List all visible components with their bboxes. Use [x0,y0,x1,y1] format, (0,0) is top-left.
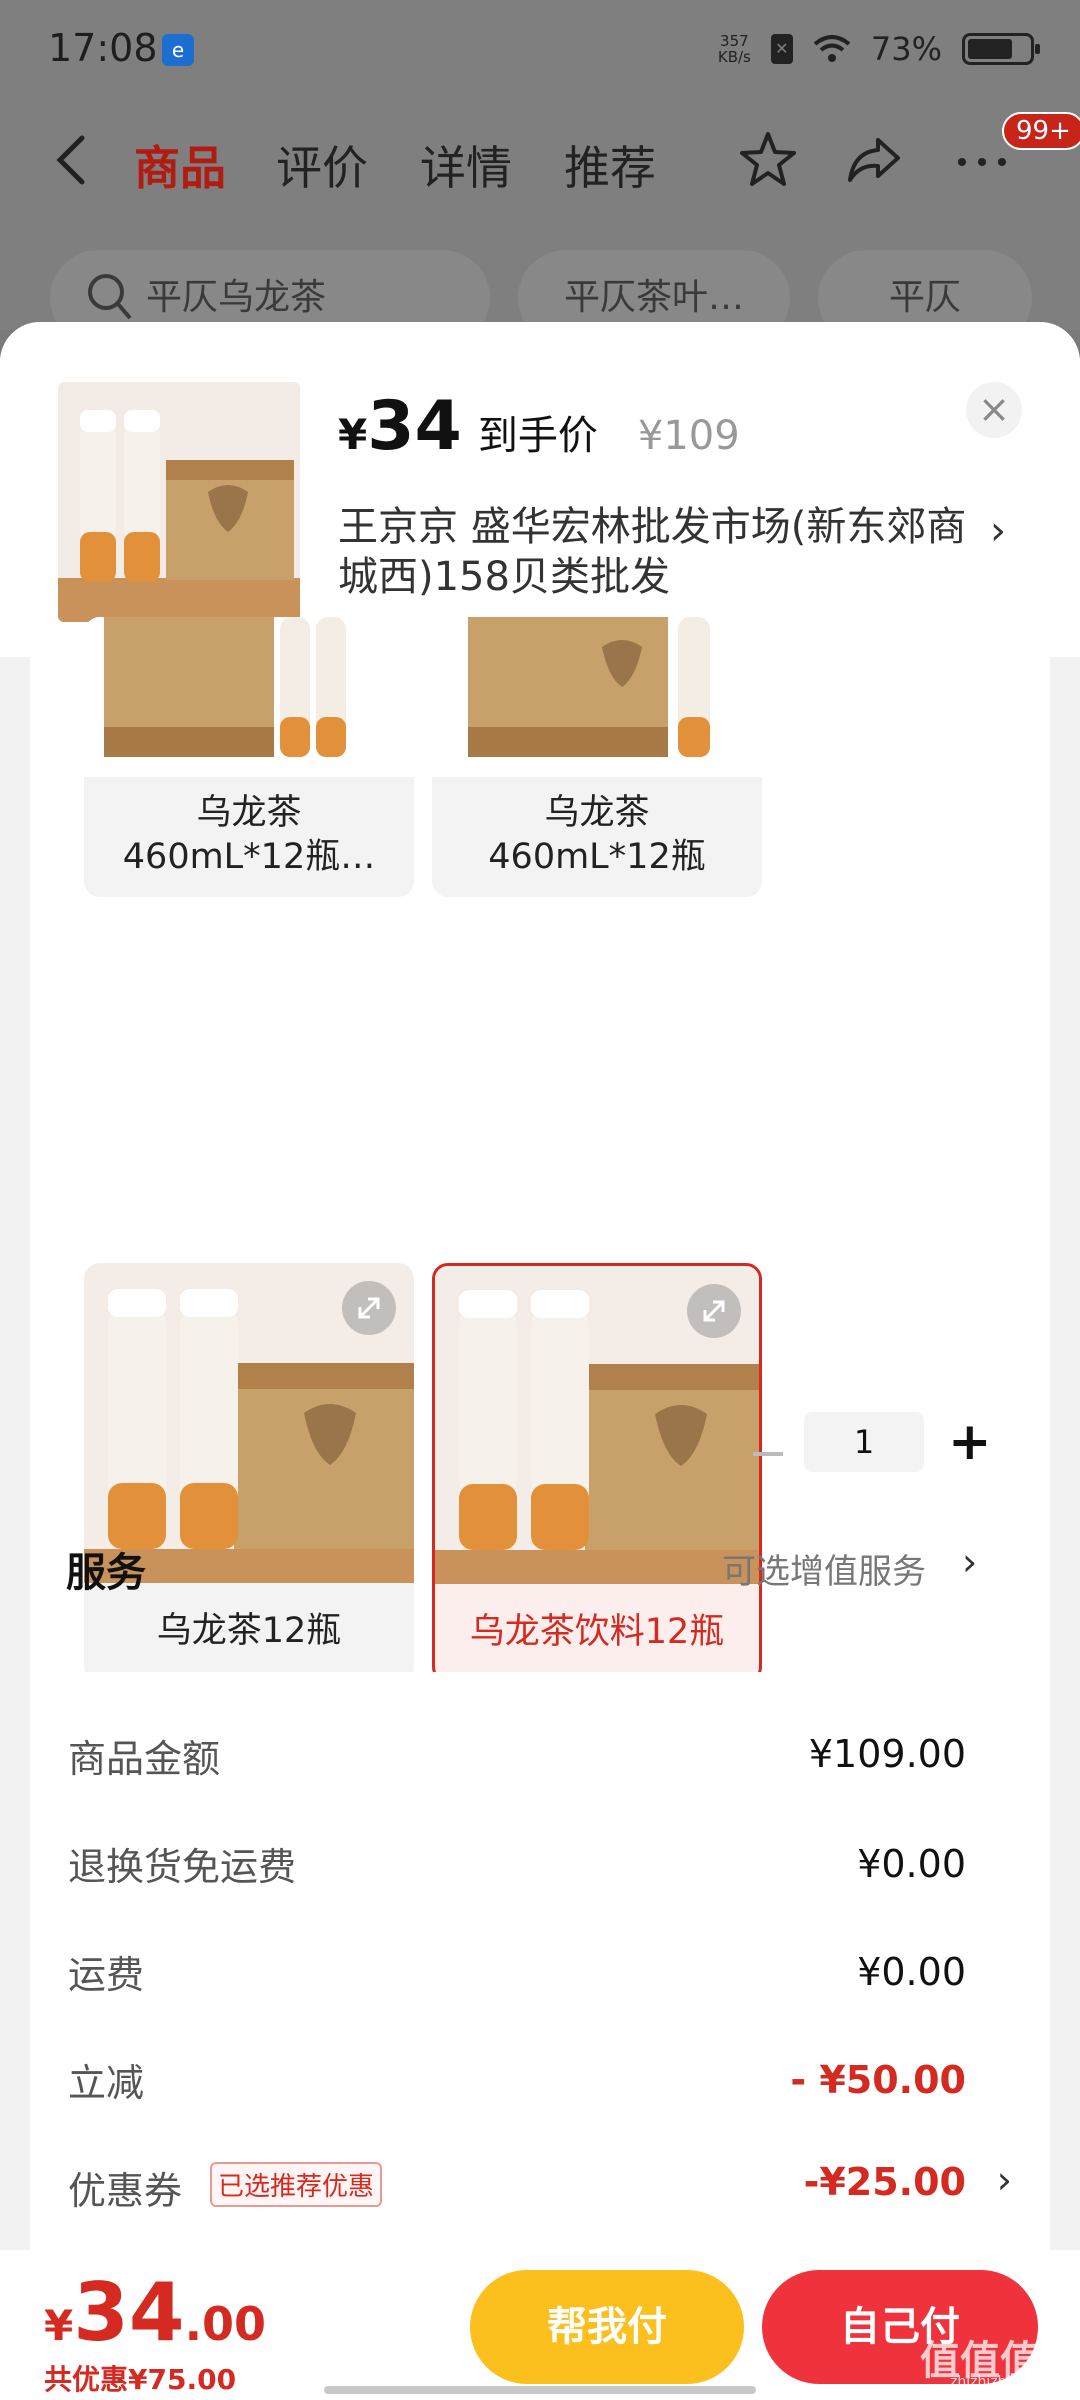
total-decimal: .00 [184,2297,267,2351]
final-price: 34 [367,387,462,466]
price-currency: ¥ [338,410,368,459]
background-page: 17:08 e 357 KB/s ✕ 73% 商品 评价 详情 推荐 99+ 平… [0,0,1080,346]
product-nav-bar: 商品 评价 详情 推荐 [0,110,1080,210]
sim-icon: ✕ [770,34,793,64]
coupon-tag: 已选推荐优惠 [210,2162,383,2207]
variant-label: 乌龙茶 460mL*12瓶… [122,793,376,877]
sheet-header: ¥ 34 到手价 ¥109 × 王京京 盛华宏林批发市场(新东郊商城西)158贝… [0,322,1080,657]
summary-value-return-shipping: ¥0.00 [857,1842,966,1886]
summary-label-coupon[interactable]: 优惠券 [68,2160,182,2215]
variant-option[interactable]: 乌龙茶12瓶 [84,1263,414,1683]
close-sheet-button[interactable]: × [966,382,1022,438]
original-price: ¥109 [637,413,740,459]
total-currency: ¥ [44,2301,74,2350]
price-summary-card: 商品金额 ¥109.00 退换货免运费 ¥0.00 运费 ¥0.00 立减 - … [30,1672,1050,2272]
quantity-increment-button[interactable]: + [948,1412,992,1472]
battery-icon [962,33,1040,65]
summary-value-shipping: ¥0.00 [857,1950,966,1994]
network-speed: 357 KB/s [718,33,751,65]
summary-value-goods: ¥109.00 [808,1732,966,1776]
search-pill-label: 平仄乌龙茶 [146,277,327,318]
store-name[interactable]: 王京京 盛华宏林批发市场(新东郊商城西)158贝类批发 [338,502,978,602]
service-label: 服务 [66,1550,146,1596]
battery-percent: 73% [870,30,942,68]
total-savings: 共优惠¥75.00 [44,2363,237,2396]
star-favorite-icon[interactable] [736,128,800,192]
summary-label-shipping: 运费 [68,1953,145,1997]
summary-label-return-shipping: 退换货免运费 [68,1845,297,1889]
network-speed-unit: KB/s [717,48,751,66]
expand-image-icon[interactable] [342,1281,396,1335]
tab-recommend[interactable]: 推荐 [564,132,656,198]
tab-details[interactable]: 详情 [420,132,512,198]
total-integer: 34 [73,2266,185,2359]
store-chevron-icon: › [990,508,1006,554]
wifi-icon [813,34,851,64]
variant-label: 乌龙茶 460mL*12瓶 [488,793,706,877]
variant-label: 乌龙茶饮料12瓶 [469,1612,725,1652]
status-time: 17:08 [48,26,158,70]
home-indicator[interactable] [324,2386,756,2394]
sku-selection-sheet: ¥ 34 到手价 ¥109 × 王京京 盛华宏林批发市场(新东郊商城西)158贝… [0,322,1080,2400]
variant-option[interactable]: 乌龙茶 460mL*12瓶… [84,617,414,897]
search-icon [88,274,132,320]
quantity-decrement-button[interactable]: − [748,1425,788,1481]
quantity-input[interactable]: 1 [804,1412,924,1472]
variant-image [432,617,762,777]
summary-label-discount: 立减 [68,2061,145,2105]
tab-product[interactable]: 商品 [134,132,226,198]
variant-label: 乌龙茶12瓶 [156,1611,342,1651]
price-row: ¥ 34 到手价 ¥109 [338,387,740,466]
summary-value-discount: - ¥50.00 [790,2058,966,2102]
share-icon[interactable] [842,128,906,192]
help-me-pay-button[interactable]: 帮我付 [470,2270,744,2384]
total-price: ¥ 34 .00 [44,2266,266,2359]
summary-value-coupon[interactable]: -¥25.00 [804,2160,966,2204]
search-suggestions: 平仄乌龙茶 平仄茶叶… 平仄 [0,250,1080,346]
app-notification-icon: e [162,34,194,66]
variant-image [84,617,414,777]
summary-label-goods: 商品金额 [68,1737,221,1781]
variant-option-selected[interactable]: 乌龙茶饮料12瓶 [432,1263,762,1683]
product-thumbnail[interactable] [58,382,300,622]
back-arrow-icon[interactable] [52,132,92,188]
status-indicators: 357 KB/s ✕ 73% [718,30,1040,68]
watermark-url: zhizhizhi.com [950,2374,1045,2390]
service-value[interactable]: 可选增值服务 [722,1544,926,1593]
network-speed-value: 357 [720,32,749,50]
variant-option[interactable]: 乌龙茶 460mL*12瓶 [432,617,762,897]
checkout-bar: ¥ 34 .00 共优惠¥75.00 帮我付 自己付 [0,2250,1080,2400]
status-bar: 17:08 e 357 KB/s ✕ 73% [0,0,1080,100]
tab-reviews[interactable]: 评价 [276,132,368,198]
expand-image-icon[interactable] [687,1284,741,1338]
coupon-chevron-icon: › [996,2158,1012,2202]
service-chevron-icon: › [962,1540,978,1584]
final-price-label: 到手价 [477,413,598,459]
message-count-badge: 99+ [1002,112,1080,150]
